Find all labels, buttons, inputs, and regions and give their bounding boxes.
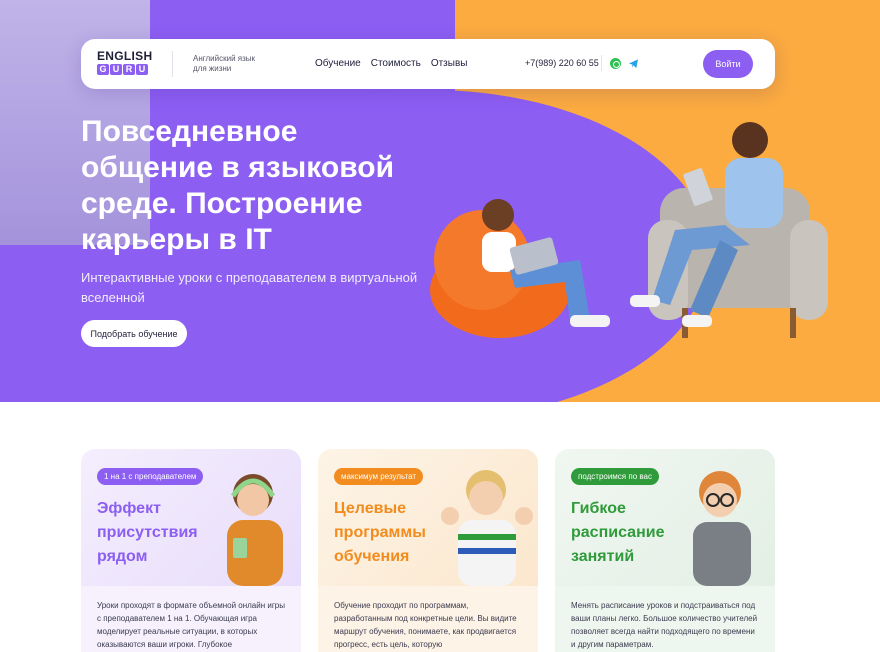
login-button[interactable]: Войти [703, 50, 753, 78]
logo-letter: R [123, 64, 135, 75]
logo-letter: G [97, 64, 109, 75]
telegram-icon[interactable] [628, 58, 639, 69]
boy-with-headphones-image [227, 474, 283, 586]
nav-links: Обучение Стоимость Отзывы [315, 58, 467, 69]
logo-bottom-text: G U R U [97, 64, 153, 75]
feature-card: максимум результат Целевые программы обу… [318, 449, 538, 652]
phone-link[interactable]: +7(989) 220 60 55 [525, 58, 599, 68]
card-badge: подстроимся по вас [571, 468, 659, 485]
card-text: Менять расписание уроков и подстраиватьс… [571, 601, 758, 649]
logo-letter: U [110, 64, 122, 75]
logo-letter: U [136, 64, 148, 75]
hero-illustration [430, 122, 828, 338]
card-image-area: 1 на 1 с преподавателем Эффект присутств… [81, 449, 301, 586]
card-badge: 1 на 1 с преподавателем [97, 468, 204, 485]
hero-subtitle: Интерактивные уроки с преподавателем в в… [81, 270, 418, 305]
card-title: Гибкое расписание занятий [571, 500, 665, 565]
logo[interactable]: ENGLISH G U R U [97, 50, 153, 78]
tagline: Английский язык для жизни [193, 54, 256, 73]
boy-with-glasses-image [693, 471, 751, 586]
card-title: Эффект присутствия рядом [97, 500, 198, 565]
card-text: Уроки проходят в формате объемной онлайн… [97, 601, 285, 649]
feature-card: 1 на 1 с преподавателем Эффект присутств… [81, 449, 301, 652]
card-image-area: максимум результат Целевые программы обу… [318, 449, 538, 586]
nav-link-learning[interactable]: Обучение [315, 58, 361, 69]
card-text: Обучение проходит по программам, разрабо… [334, 601, 517, 649]
features-cards: 1 на 1 с преподавателем Эффект присутств… [81, 449, 775, 652]
nav-link-reviews[interactable]: Отзывы [431, 58, 468, 69]
feature-card: подстроимся по вас Гибкое расписание зан… [555, 449, 775, 652]
boy-cheering-image [441, 470, 533, 586]
card-image-area: подстроимся по вас Гибкое расписание зан… [555, 449, 775, 586]
nav-divider [172, 51, 173, 77]
choose-course-button[interactable]: Подобрать обучение [81, 320, 187, 347]
hero-title: Повседневное общение в языковой среде. П… [81, 115, 395, 256]
card-title: Целевые программы обучения [334, 500, 426, 565]
whatsapp-icon[interactable] [610, 58, 621, 69]
hero-section: ENGLISH G U R U Английский язык для жизн… [0, 0, 880, 402]
navbar: ENGLISH G U R U Английский язык для жизн… [81, 39, 775, 89]
card-badge: максимум результат [334, 468, 424, 485]
phone-divider [601, 55, 602, 71]
logo-top-text: ENGLISH [97, 49, 153, 63]
nav-link-pricing[interactable]: Стоимость [371, 58, 421, 69]
page: ENGLISH G U R U Английский язык для жизн… [0, 0, 880, 652]
